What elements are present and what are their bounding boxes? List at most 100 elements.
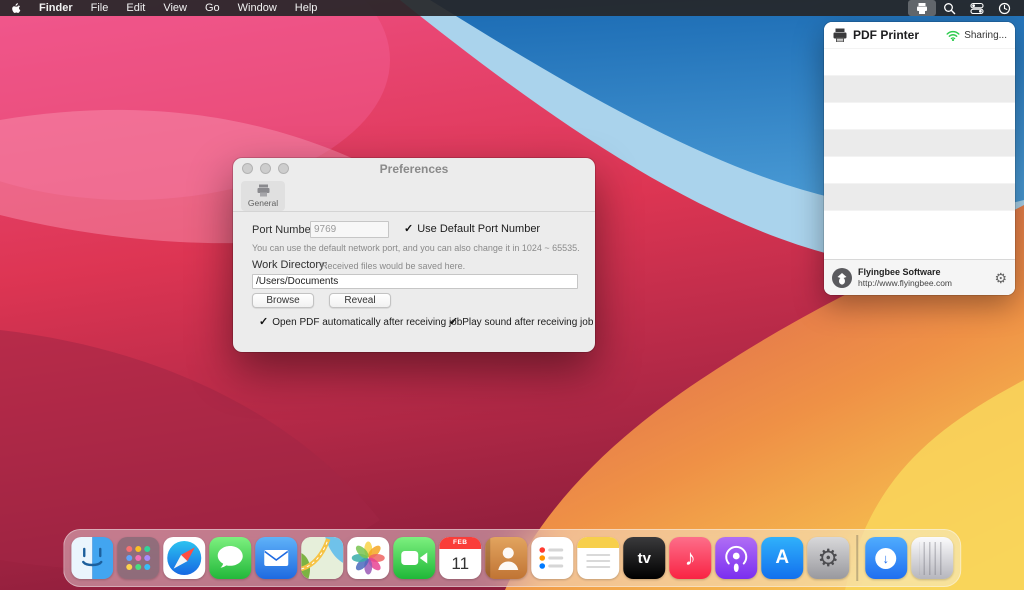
traffic-lights <box>242 163 289 174</box>
podcasts-dock-icon[interactable] <box>715 537 757 579</box>
downloads-dock-icon[interactable]: ↓ <box>865 537 907 579</box>
flyingbee-logo <box>832 268 852 288</box>
list-row[interactable] <box>824 183 1015 210</box>
print-job-list[interactable] <box>824 48 1015 237</box>
port-number-input[interactable] <box>310 221 389 238</box>
play-sound-checkbox[interactable]: ✓ Play sound after receiving job <box>449 317 593 328</box>
reveal-button[interactable]: Reveal <box>329 293 391 308</box>
spotlight-icon[interactable] <box>936 0 963 16</box>
list-row[interactable] <box>824 129 1015 156</box>
photos-dock-icon[interactable] <box>347 537 389 579</box>
list-row[interactable] <box>824 156 1015 183</box>
menu-go[interactable]: Go <box>196 0 229 16</box>
apple-menu[interactable] <box>0 0 30 16</box>
open-pdf-checkbox[interactable]: ✓ Open PDF automatically after receiving… <box>259 317 462 328</box>
company-name: Flyingbee Software <box>858 267 952 278</box>
finder-face-icon <box>71 537 113 579</box>
facetime-dock-icon[interactable] <box>393 537 435 579</box>
printer-icon <box>915 2 929 15</box>
company-url[interactable]: http://www.flyingbee.com <box>858 278 952 289</box>
printer-icon <box>832 28 848 43</box>
tv-logo-text: tv <box>638 550 651 567</box>
person-silhouette-icon <box>485 537 527 579</box>
menu-file[interactable]: File <box>82 0 118 16</box>
general-tab-label: General <box>248 198 278 208</box>
compass-icon <box>163 537 205 579</box>
notes-yellow-band <box>577 537 619 548</box>
preferences-toolbar: General <box>233 180 595 212</box>
menu-view[interactable]: View <box>154 0 196 16</box>
map-icon <box>301 537 343 579</box>
open-pdf-label: Open PDF automatically after receiving j… <box>272 317 462 328</box>
gear-icon: ⚙ <box>817 544 839 573</box>
popover-header: PDF Printer Sharing... <box>824 22 1015 48</box>
sharing-status[interactable]: Sharing... <box>946 30 1007 41</box>
toolbar-tab-general[interactable]: General <box>241 181 285 211</box>
work-directory-hint: Received files would be saved here. <box>321 261 465 271</box>
company-info: Flyingbee Software http://www.flyingbee.… <box>858 267 952 289</box>
finder-dock-icon[interactable] <box>71 537 113 579</box>
wifi-icon <box>946 30 960 41</box>
popover-footer: Flyingbee Software http://www.flyingbee.… <box>824 259 1015 295</box>
apple-logo-icon <box>9 1 21 15</box>
port-help-text: You can use the default network port, an… <box>252 243 580 253</box>
browse-button[interactable]: Browse <box>252 293 314 308</box>
pdf-printer-menu-icon[interactable] <box>908 0 936 16</box>
messages-dock-icon[interactable] <box>209 537 251 579</box>
apple-tv-dock-icon[interactable]: tv <box>623 537 665 579</box>
notes-dock-icon[interactable] <box>577 537 619 579</box>
desktop: Finder File Edit View Go Window Help <box>0 0 1024 590</box>
music-note-icon: ♪ <box>685 545 696 571</box>
menu-bar: Finder File Edit View Go Window Help <box>0 0 1024 16</box>
dock-separator <box>856 535 858 581</box>
preferences-window: Preferences General Port Number: ✓ Use D… <box>233 158 595 352</box>
zoom-button[interactable] <box>278 163 289 174</box>
trash-texture <box>919 542 945 575</box>
video-camera-icon <box>393 537 435 579</box>
minimize-button[interactable] <box>260 163 271 174</box>
broadcast-icon <box>715 537 757 579</box>
music-dock-icon[interactable]: ♪ <box>669 537 711 579</box>
close-button[interactable] <box>242 163 253 174</box>
checkmark-icon: ✓ <box>404 224 413 235</box>
trash-dock-icon[interactable] <box>911 537 953 579</box>
sharing-label: Sharing... <box>964 30 1007 41</box>
work-directory-label: Work Directory: <box>252 259 328 271</box>
mail-dock-icon[interactable] <box>255 537 297 579</box>
dock: FEB 11 tv ♪ <box>63 529 961 587</box>
calendar-month: FEB <box>439 537 481 549</box>
work-directory-input[interactable] <box>252 274 578 289</box>
title-bar[interactable]: Preferences <box>233 158 595 180</box>
app-grid-icon <box>117 537 159 579</box>
safari-dock-icon[interactable] <box>163 537 205 579</box>
download-arrow-icon: ↓ <box>875 548 896 569</box>
checklist-icon <box>531 537 573 579</box>
menu-edit[interactable]: Edit <box>117 0 154 16</box>
system-preferences-dock-icon[interactable]: ⚙ <box>807 537 849 579</box>
envelope-icon <box>255 537 297 579</box>
menu-help[interactable]: Help <box>286 0 327 16</box>
menu-window[interactable]: Window <box>229 0 286 16</box>
menu-bar-left: Finder File Edit View Go Window Help <box>0 0 326 16</box>
speech-bubble-icon <box>209 537 251 579</box>
app-store-letter: A <box>775 547 789 569</box>
calendar-dock-icon[interactable]: FEB 11 <box>439 537 481 579</box>
list-row[interactable] <box>824 210 1015 237</box>
list-row[interactable] <box>824 75 1015 102</box>
menu-bar-status-area <box>908 0 1024 16</box>
use-default-port-checkbox[interactable]: ✓ Use Default Port Number <box>404 223 540 235</box>
use-default-port-label: Use Default Port Number <box>417 223 540 235</box>
clock-icon[interactable] <box>991 0 1018 16</box>
list-row[interactable] <box>824 48 1015 75</box>
app-menu-finder[interactable]: Finder <box>30 0 82 16</box>
contacts-dock-icon[interactable] <box>485 537 527 579</box>
settings-gear-icon[interactable]: ⚙ <box>994 271 1007 285</box>
flower-icon <box>347 537 389 579</box>
control-center-icon[interactable] <box>963 0 991 16</box>
maps-dock-icon[interactable] <box>301 537 343 579</box>
reminders-dock-icon[interactable] <box>531 537 573 579</box>
list-row[interactable] <box>824 102 1015 129</box>
app-store-dock-icon[interactable]: A <box>761 537 803 579</box>
launchpad-dock-icon[interactable] <box>117 537 159 579</box>
checkmark-icon: ✓ <box>259 317 268 328</box>
